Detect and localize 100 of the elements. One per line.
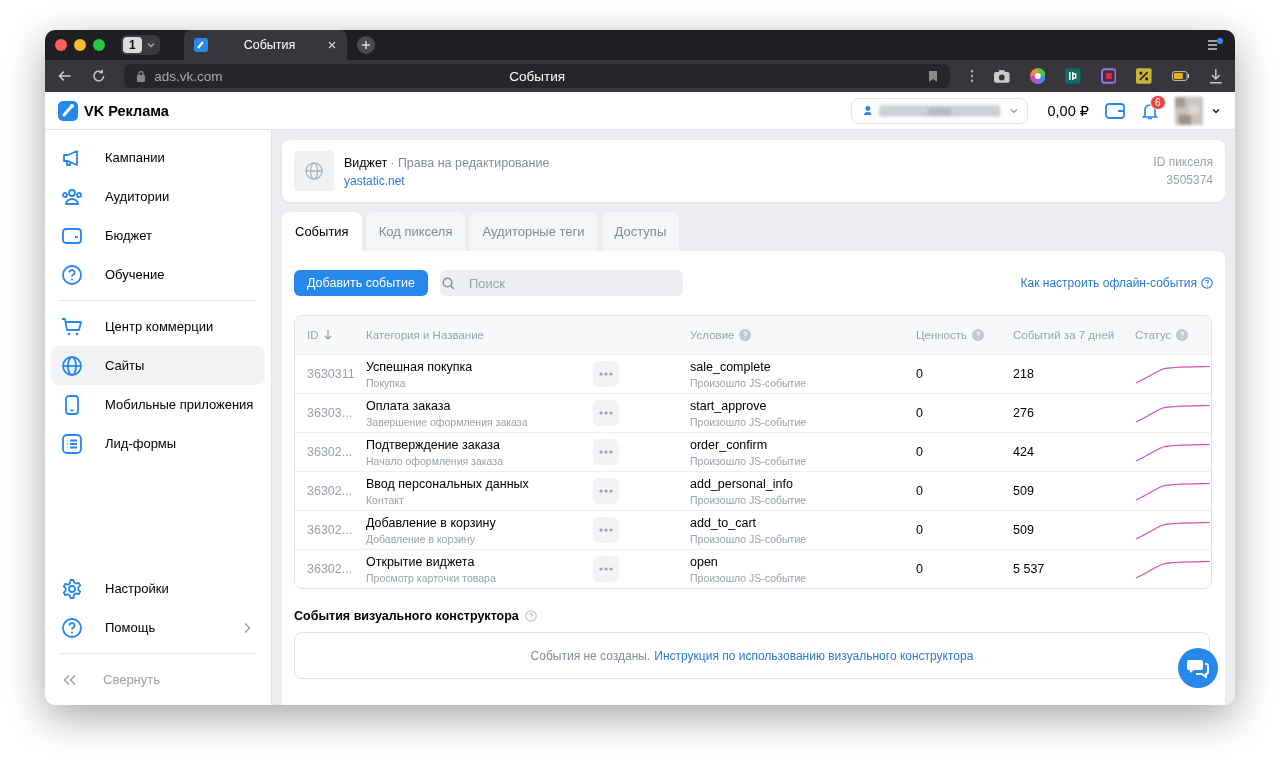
globe-icon: [61, 354, 83, 377]
help-icon: [524, 610, 537, 622]
tab-count-button[interactable]: 1: [121, 35, 160, 55]
close-icon: [326, 40, 337, 50]
event-condition: open: [690, 554, 718, 569]
event-category: Добавление в корзину: [366, 532, 475, 545]
sidebar-item[interactable]: Помощь: [51, 608, 265, 647]
pixel-name: Виджет: [344, 155, 388, 170]
search-field[interactable]: Поиск: [439, 270, 683, 296]
event-count: 218: [1013, 367, 1034, 381]
event-name: Успешная покупка: [366, 359, 473, 374]
condition-type: Произошло JS-событие: [690, 376, 807, 389]
search-icon: [441, 277, 455, 290]
help-icon: [972, 329, 984, 341]
help-icon: [1176, 329, 1189, 341]
event-condition: sale_complete: [690, 359, 771, 374]
extension-icon[interactable]: [1065, 68, 1081, 84]
event-category: Просмотр карточки товара: [366, 571, 496, 584]
empty-state-text: События не созданы.: [530, 648, 651, 663]
sidebar-item[interactable]: Обучение: [51, 255, 265, 294]
url-text: ads.vk.com: [154, 68, 223, 84]
question-icon: [61, 263, 83, 286]
tab[interactable]: События: [282, 212, 362, 251]
condition-type: Произошло JS-событие: [690, 571, 807, 584]
sidebar-item[interactable]: Центр коммерции: [51, 307, 265, 346]
sidebar-item[interactable]: Настройки: [51, 569, 265, 608]
address-field[interactable]: ads.vk.com События: [124, 64, 951, 88]
cart-icon: [61, 315, 83, 338]
event-id: 36302...: [307, 523, 353, 537]
event-value: 0: [916, 523, 923, 537]
new-tab-icon[interactable]: [356, 36, 375, 54]
wallet-icon[interactable]: [1105, 101, 1125, 120]
download-icon[interactable]: [1209, 68, 1223, 84]
window-control-icon: [74, 39, 86, 51]
condition-type: Произошло JS-событие: [690, 493, 807, 506]
event-id: 36302...: [307, 445, 353, 459]
event-category: Завершение оформления заказа: [366, 415, 528, 428]
lock-icon: [136, 70, 147, 82]
more-icon[interactable]: [970, 69, 974, 83]
event-name: Ввод персональных данных: [366, 476, 529, 491]
balance-text: 0,00 ₽: [1047, 102, 1089, 119]
event-name: Оплата заказа: [366, 398, 451, 413]
event-id: 3630311: [307, 367, 354, 381]
event-count: 276: [1013, 406, 1034, 420]
event-id: 36302...: [307, 562, 353, 576]
reload-icon[interactable]: [90, 68, 107, 84]
globe-icon: [294, 151, 334, 191]
sidebar-item[interactable]: Аудитории: [51, 177, 265, 216]
instruction-link[interactable]: Инструкция по использованию визуального конструктора: [654, 648, 974, 663]
section-title: События визуального конструктора: [294, 609, 519, 623]
percent-icon[interactable]: [1136, 68, 1152, 84]
question-icon: [61, 616, 83, 639]
favicon-icon: [193, 38, 208, 52]
event-condition: order_confirm: [690, 437, 768, 452]
browser-tab[interactable]: События: [183, 30, 347, 60]
event-id: 36303...: [307, 406, 353, 420]
access-rights: · Права на редактирование: [390, 155, 550, 170]
event-value: 0: [916, 445, 923, 459]
event-name: Открытие виджета: [366, 554, 475, 569]
event-count: 424: [1013, 445, 1034, 459]
gear-icon: [61, 577, 83, 600]
event-category: Покупка: [366, 376, 406, 389]
help-icon: [1201, 277, 1213, 289]
sidebar-item[interactable]: Бюджет: [51, 216, 265, 255]
event-count: 509: [1013, 523, 1034, 537]
chevron-down-icon: [145, 40, 156, 50]
sidebar-item[interactable]: Кампании: [51, 138, 265, 177]
add-event-button[interactable]: Добавить событие: [294, 270, 428, 296]
sidebar-item[interactable]: Лид-формы: [51, 424, 265, 463]
event-value: 0: [916, 484, 923, 498]
event-id: 36302...: [307, 484, 353, 498]
event-value: 0: [916, 367, 923, 381]
event-condition: start_approve: [690, 398, 767, 413]
event-count: 5 537: [1013, 562, 1045, 576]
domain-link[interactable]: yastatic.net: [344, 173, 550, 188]
double-chevron-left-icon: [63, 673, 77, 686]
notification-badge: 6: [1150, 94, 1166, 110]
window-control-icon: [93, 39, 105, 51]
help-link[interactable]: Как настроить офлайн-события: [1020, 276, 1197, 290]
pixel-id: 3505374: [1166, 173, 1213, 187]
sidebar-item[interactable]: Сайты: [51, 346, 265, 385]
back-icon[interactable]: [57, 68, 73, 84]
chat-button[interactable]: [1178, 648, 1218, 688]
event-value: 0: [916, 406, 923, 420]
camera-icon[interactable]: [994, 69, 1010, 83]
window-control-icon: [55, 39, 67, 51]
sort-down-icon: [323, 330, 332, 340]
logo-icon: [58, 100, 78, 121]
event-name: Подтверждение заказа: [366, 437, 500, 452]
person-icon: [863, 106, 872, 115]
battery-icon[interactable]: [1171, 71, 1190, 81]
sidebar-item[interactable]: Мобильные приложения: [51, 385, 265, 424]
event-count: 509: [1013, 484, 1034, 498]
color-wheel-icon[interactable]: [1029, 68, 1046, 84]
sidebar-icon[interactable]: [1207, 38, 1223, 52]
avatar[interactable]: [1175, 96, 1203, 125]
list-icon: [61, 432, 83, 455]
page-title: События: [509, 68, 565, 84]
bookmark-icon[interactable]: [928, 69, 939, 83]
event-category: Контакт: [366, 493, 404, 506]
